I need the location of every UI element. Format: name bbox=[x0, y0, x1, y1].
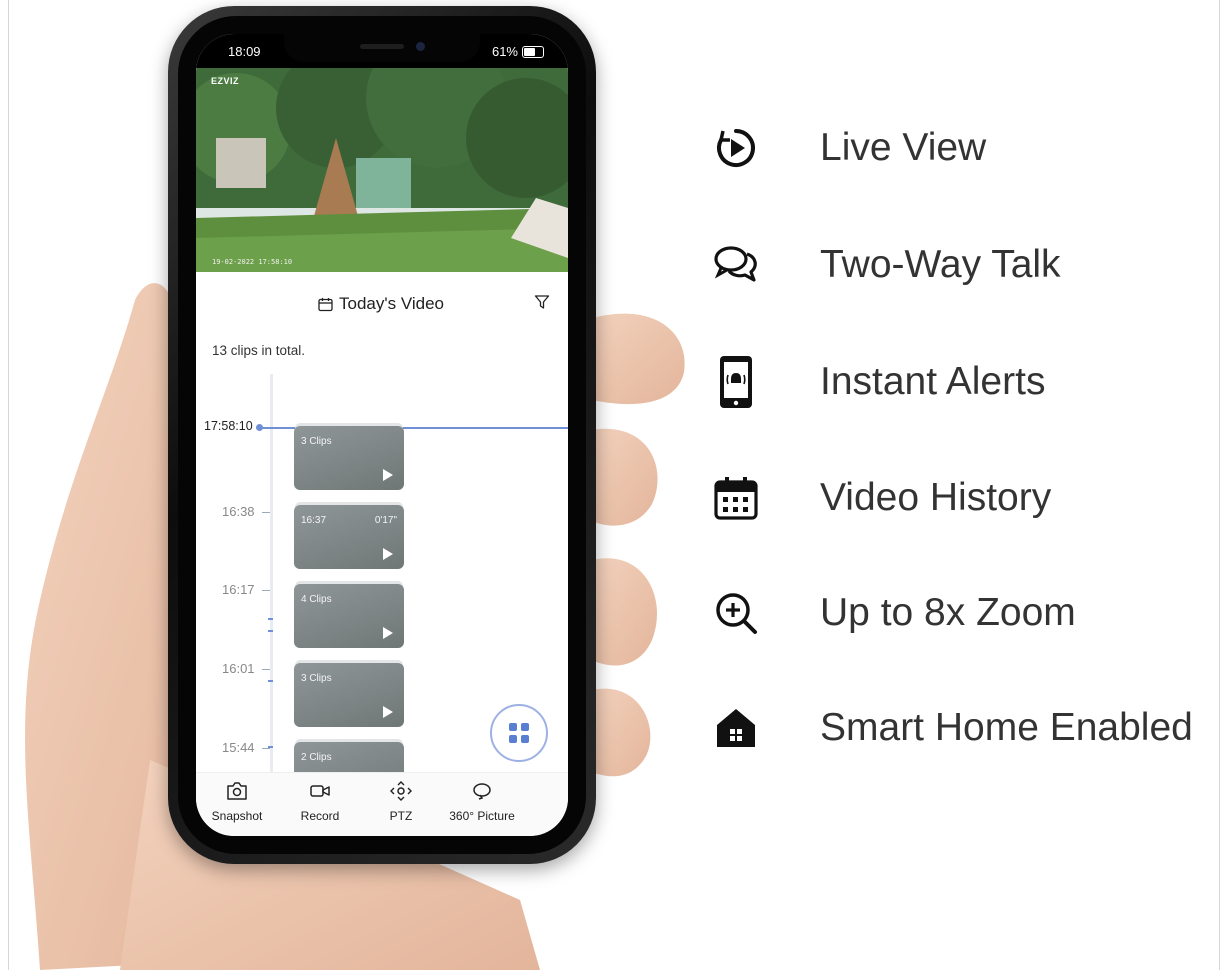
left-border bbox=[8, 0, 9, 970]
brand-logo: EZVIZ bbox=[211, 76, 240, 86]
page-title: Today's Video bbox=[339, 294, 445, 313]
video-clip[interactable]: 3 Clips bbox=[294, 426, 404, 490]
feature-instant-alerts: Instant Alerts bbox=[708, 354, 1045, 410]
video-clip[interactable]: 4 Clips bbox=[294, 584, 404, 648]
filter-icon[interactable] bbox=[534, 294, 550, 310]
feature-live-view: Live View bbox=[708, 120, 986, 176]
video-history-icon bbox=[708, 470, 764, 526]
event-marker bbox=[268, 630, 273, 632]
camera-scene bbox=[196, 68, 568, 272]
feature-label: Video History bbox=[820, 476, 1052, 519]
tick-mark bbox=[262, 512, 270, 513]
tick-mark bbox=[262, 669, 270, 670]
play-icon bbox=[383, 706, 393, 718]
snapshot-label: Snapshot bbox=[211, 809, 263, 823]
tick-label: 16:01 bbox=[222, 661, 255, 676]
event-marker bbox=[268, 746, 273, 748]
clip-count: 13 clips in total. bbox=[212, 343, 306, 358]
smart-home-icon bbox=[708, 700, 764, 756]
clip-label: 4 Clips bbox=[301, 594, 332, 605]
tick-label: 16:38 bbox=[222, 504, 255, 519]
clip-label: 16:37 bbox=[301, 515, 327, 526]
instant-alerts-icon bbox=[708, 354, 764, 410]
calendar-small-icon bbox=[318, 297, 333, 311]
current-time-marker[interactable] bbox=[256, 424, 263, 431]
video-header: Today's Video bbox=[196, 284, 568, 318]
snapshot-button[interactable]: Snapshot bbox=[206, 781, 268, 823]
clip-label: 3 Clips bbox=[301, 436, 332, 447]
feature-label: Live View bbox=[820, 126, 987, 169]
clip-duration: 0'17" bbox=[374, 515, 397, 526]
earpiece bbox=[360, 44, 404, 49]
play-icon bbox=[383, 627, 393, 639]
two-way-talk-icon bbox=[708, 237, 764, 293]
video-clip[interactable]: 16:37 0'17" bbox=[294, 505, 404, 569]
tick-label: 15:44 bbox=[222, 740, 255, 755]
play-icon bbox=[383, 548, 393, 560]
notch bbox=[284, 34, 480, 62]
right-border bbox=[1219, 0, 1220, 970]
clip-label: 3 Clips bbox=[301, 673, 332, 684]
ptz-label: PTZ bbox=[389, 809, 413, 823]
feature-two-way-talk: Two-Way Talk bbox=[708, 237, 1061, 293]
play-icon bbox=[383, 469, 393, 481]
panorama-button[interactable]: 360° Picture bbox=[444, 781, 520, 823]
battery-level: 61% bbox=[491, 44, 518, 59]
date-selector[interactable]: Today's Video bbox=[318, 294, 444, 314]
bottom-toolbar: Snapshot Record PTZ 360° Picture bbox=[196, 772, 568, 836]
record-button[interactable]: Record bbox=[294, 781, 346, 823]
feature-label: Two-Way Talk bbox=[820, 243, 1061, 286]
timeline-axis[interactable] bbox=[270, 374, 273, 774]
event-marker bbox=[268, 618, 273, 620]
feature-label: Smart Home Enabled bbox=[820, 706, 1193, 749]
feature-zoom: Up to 8x Zoom bbox=[708, 585, 1076, 641]
live-view-icon bbox=[708, 120, 764, 176]
tick-label: 16:17 bbox=[222, 582, 255, 597]
ptz-button[interactable]: PTZ bbox=[384, 781, 418, 823]
camera-icon bbox=[227, 782, 247, 800]
video-clip[interactable]: 3 Clips bbox=[294, 663, 404, 727]
panorama-icon bbox=[473, 783, 491, 800]
record-label: Record bbox=[300, 809, 340, 823]
feature-video-history: Video History bbox=[708, 470, 1051, 526]
feature-smart-home: Smart Home Enabled bbox=[708, 700, 1193, 756]
tick-mark bbox=[262, 748, 270, 749]
feature-label: Up to 8x Zoom bbox=[820, 591, 1076, 634]
phone-frame: 18:09 61% EZVIZ 19-02-2022 17:58:10 Toda… bbox=[168, 6, 596, 864]
panorama-label: 360° Picture bbox=[449, 809, 515, 823]
phone-screen: 18:09 61% EZVIZ 19-02-2022 17:58:10 Toda… bbox=[196, 34, 568, 836]
current-time-label: 17:58:10 bbox=[204, 419, 253, 433]
tick-mark bbox=[262, 590, 270, 591]
event-marker bbox=[268, 680, 273, 682]
video-timestamp: 19-02-2022 17:58:10 bbox=[212, 258, 293, 266]
ptz-icon bbox=[390, 781, 412, 801]
grid-icon bbox=[509, 723, 517, 731]
live-video-feed[interactable]: EZVIZ 19-02-2022 17:58:10 bbox=[196, 68, 568, 272]
grid-view-button[interactable] bbox=[490, 704, 548, 762]
battery-icon bbox=[522, 45, 544, 58]
status-time: 18:09 bbox=[228, 44, 261, 59]
zoom-icon bbox=[708, 585, 764, 641]
feature-label: Instant Alerts bbox=[820, 360, 1046, 403]
front-camera bbox=[416, 42, 425, 51]
battery-indicator: 61% bbox=[492, 44, 544, 59]
video-camera-icon bbox=[310, 785, 330, 797]
clip-label: 2 Clips bbox=[301, 752, 332, 763]
